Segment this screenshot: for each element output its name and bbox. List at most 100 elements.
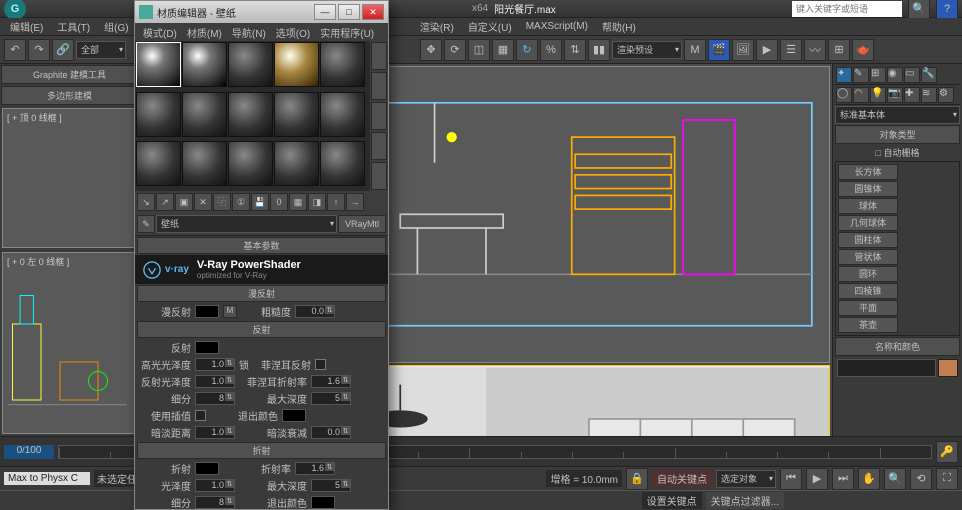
redo-icon[interactable]: ↷: [28, 39, 50, 61]
prev-key-icon[interactable]: ⏮: [780, 468, 802, 490]
selection-filter[interactable]: 全部: [76, 41, 126, 59]
backlight-icon[interactable]: [371, 72, 387, 100]
dlg-menu-util[interactable]: 实用程序(U): [316, 24, 378, 41]
fresnel-check[interactable]: [315, 359, 326, 370]
graphite-header[interactable]: Graphite 建模工具: [1, 65, 138, 84]
hierarchy-tab-icon[interactable]: ⊞: [870, 67, 886, 83]
snap-icon[interactable]: ▦: [492, 39, 514, 61]
key-filter-button[interactable]: 关键点过滤器...: [706, 492, 784, 509]
btn-teapot[interactable]: 茶壶: [838, 317, 898, 333]
move-icon[interactable]: ✥: [420, 39, 442, 61]
ior-spinner[interactable]: 1.6: [295, 462, 335, 475]
mtl-type-button[interactable]: VRayMtl: [338, 215, 386, 233]
modify-tab-icon[interactable]: ✎: [853, 67, 869, 83]
menu-edit[interactable]: 编辑(E): [4, 18, 49, 35]
help-icon[interactable]: ?: [936, 0, 958, 20]
curve-editor-icon[interactable]: 〰: [804, 39, 826, 61]
spinner-snap-icon[interactable]: ⇅: [564, 39, 586, 61]
orbit-icon[interactable]: ⟲: [910, 468, 932, 490]
mtl-id-icon[interactable]: 0: [270, 193, 288, 211]
app-logo[interactable]: G: [4, 0, 26, 20]
sample-type-icon[interactable]: [371, 42, 387, 70]
subdivs-spinner[interactable]: 8: [195, 392, 235, 405]
zoom-icon[interactable]: 🔍: [884, 468, 906, 490]
maximize-button[interactable]: □: [338, 4, 360, 20]
refract-swatch[interactable]: [195, 462, 219, 475]
btn-pyramid[interactable]: 四棱锥: [838, 283, 898, 299]
time-slider[interactable]: 0/100: [4, 445, 54, 459]
mtl-name-field[interactable]: 壁纸: [156, 215, 337, 233]
sample-slot-15[interactable]: [320, 141, 365, 186]
pan-icon[interactable]: ✋: [858, 468, 880, 490]
utilities-tab-icon[interactable]: 🔧: [921, 67, 937, 83]
quick-render-icon[interactable]: ▶: [756, 39, 778, 61]
sample-slot-1[interactable]: [136, 42, 181, 87]
close-button[interactable]: ✕: [362, 4, 384, 20]
put-library-icon[interactable]: 💾: [251, 193, 269, 211]
btn-tube[interactable]: 管状体: [838, 249, 898, 265]
dim-falloff-spinner[interactable]: 0.0: [311, 426, 351, 439]
reflect-swatch[interactable]: [195, 341, 219, 354]
go-sibling-icon[interactable]: →: [346, 193, 364, 211]
search-field[interactable]: [792, 1, 902, 17]
geom-icon[interactable]: ◯: [836, 87, 852, 103]
lights-icon[interactable]: 💡: [870, 87, 886, 103]
sample-slot-9[interactable]: [274, 92, 319, 137]
menu-custom[interactable]: 自定义(U): [462, 18, 518, 35]
mat-editor-icon[interactable]: M: [684, 39, 706, 61]
mini-viewport-top[interactable]: [ + 顶 0 线框 ]: [2, 108, 137, 248]
btn-plane[interactable]: 平面: [838, 300, 898, 316]
refr-subdivs-spinner[interactable]: 8: [195, 496, 235, 509]
cameras-icon[interactable]: 📷: [887, 87, 903, 103]
systems-icon[interactable]: ⚙: [938, 87, 954, 103]
use-interp-check[interactable]: [195, 410, 206, 421]
shapes-icon[interactable]: ◠: [853, 87, 869, 103]
helpers-icon[interactable]: ✚: [904, 87, 920, 103]
bg-icon[interactable]: [371, 102, 387, 130]
btn-sphere[interactable]: 球体: [838, 198, 898, 214]
set-key-button[interactable]: 设置关键点: [642, 492, 702, 509]
btn-geosphere[interactable]: 几何球体: [838, 215, 898, 231]
polymodel-header[interactable]: 多边形建模: [1, 86, 138, 105]
lock-icon[interactable]: 🔒: [626, 468, 648, 490]
refr-exit-color-swatch[interactable]: [311, 496, 335, 509]
sample-slot-8[interactable]: [228, 92, 273, 137]
assign-mtl-icon[interactable]: ▣: [175, 193, 193, 211]
btn-cylinder[interactable]: 圆柱体: [838, 232, 898, 248]
minimize-button[interactable]: —: [314, 4, 336, 20]
angle-snap-icon[interactable]: ↻: [516, 39, 538, 61]
exit-color-swatch[interactable]: [282, 409, 306, 422]
sample-slot-13[interactable]: [228, 141, 273, 186]
object-name-field[interactable]: [837, 359, 936, 377]
refr-max-depth-spinner[interactable]: 5: [311, 479, 351, 492]
primitive-dropdown[interactable]: 标准基本体: [835, 106, 960, 124]
create-tab-icon[interactable]: ✦: [836, 67, 852, 83]
search-go-icon[interactable]: 🔍: [908, 0, 930, 20]
video-check-icon[interactable]: [371, 162, 387, 190]
rotate-icon[interactable]: ⟳: [444, 39, 466, 61]
mini-viewport-left[interactable]: [ + 0 左 0 线框 ]: [2, 252, 137, 434]
sample-slot-5[interactable]: [320, 42, 365, 87]
autogrid-check[interactable]: □ 自动栅格: [835, 145, 960, 160]
dlg-menu-nav[interactable]: 导航(N): [228, 24, 270, 41]
section-refract[interactable]: 折射: [137, 442, 386, 459]
sample-slot-10[interactable]: [320, 92, 365, 137]
uv-tile-icon[interactable]: [371, 132, 387, 160]
display-tab-icon[interactable]: ▭: [904, 67, 920, 83]
refl-gloss-spinner[interactable]: 1.0: [195, 375, 235, 388]
btn-cone[interactable]: 圆锥体: [838, 181, 898, 197]
go-parent-icon[interactable]: ↑: [327, 193, 345, 211]
show-end-icon[interactable]: ◨: [308, 193, 326, 211]
auto-key-button[interactable]: 自动关键点: [652, 470, 712, 487]
menu-render[interactable]: 渲染(R): [414, 18, 460, 35]
sample-slot-7[interactable]: [182, 92, 227, 137]
make-copy-icon[interactable]: ⿻: [213, 193, 231, 211]
sample-slot-4[interactable]: [274, 42, 319, 87]
diffuse-map-button[interactable]: M: [223, 305, 237, 318]
btn-box[interactable]: 长方体: [838, 164, 898, 180]
sample-slot-11[interactable]: [136, 141, 181, 186]
menu-tools[interactable]: 工具(T): [51, 18, 96, 35]
sample-slot-14[interactable]: [274, 141, 319, 186]
btn-torus[interactable]: 圆环: [838, 266, 898, 282]
object-type-header[interactable]: 对象类型: [835, 125, 960, 144]
